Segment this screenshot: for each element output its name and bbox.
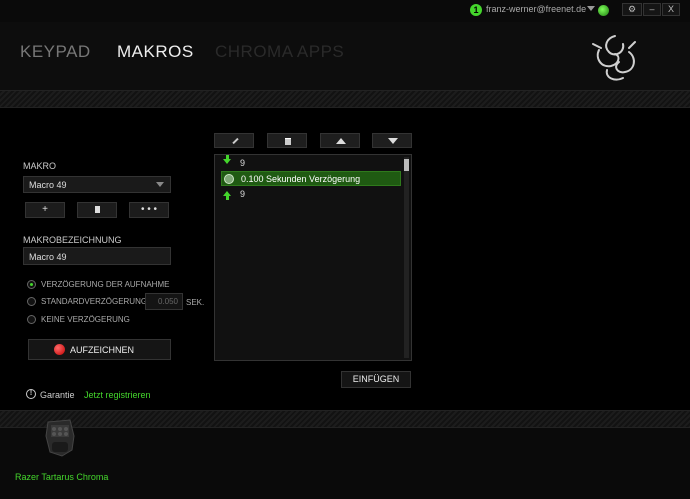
key-down-icon — [223, 155, 231, 164]
account-dropdown-icon[interactable] — [587, 6, 595, 11]
tab-makros[interactable]: MAKROS — [117, 42, 194, 62]
list-item[interactable]: 0.100 Sekunden Verzögerung — [221, 171, 401, 186]
account-email[interactable]: franz-werner@freenet.de — [486, 4, 586, 14]
macro-select[interactable]: Macro 49 — [23, 176, 171, 193]
move-up-icon — [336, 138, 346, 144]
list-item[interactable]: 9 — [221, 187, 401, 202]
footer-stripe — [0, 410, 690, 428]
makro-label: MAKRO — [23, 161, 57, 171]
scrollbar[interactable] — [404, 157, 409, 358]
razer-logo — [592, 35, 636, 81]
minimize-button[interactable]: – — [643, 3, 661, 16]
delete-step-button[interactable] — [267, 133, 307, 148]
title-bar: 1 franz-werner@freenet.de ⚙ – X — [0, 0, 690, 22]
chevron-down-icon — [156, 182, 164, 187]
settings-button[interactable]: ⚙ — [622, 3, 642, 16]
header: KEYPAD MAKROS CHROMA APPS — [0, 22, 690, 108]
header-stripe — [0, 90, 690, 108]
list-item[interactable]: 9 — [221, 155, 401, 171]
insert-button[interactable]: EINFüGEN — [341, 371, 411, 388]
macro-name-input[interactable]: Macro 49 — [23, 247, 171, 265]
record-label: AUFZEICHNEN — [70, 345, 135, 355]
default-delay-input[interactable]: 0.050 — [145, 293, 183, 310]
move-up-button[interactable] — [320, 133, 360, 148]
edit-step-button[interactable] — [214, 133, 254, 148]
move-down-icon — [388, 138, 398, 144]
record-icon — [54, 344, 65, 355]
add-macro-button[interactable]: + — [25, 202, 65, 218]
macro-name-label: MAKROBEZEICHNUNG — [23, 235, 122, 245]
delay-unit-label: SEK. — [186, 298, 205, 307]
register-link[interactable]: Jetzt registrieren — [84, 390, 151, 400]
more-options-button[interactable]: • • • — [129, 202, 169, 218]
device-image[interactable] — [42, 416, 78, 460]
move-down-button[interactable] — [372, 133, 412, 148]
trash-icon — [94, 206, 100, 213]
step-text: 0.100 Sekunden Verzögerung — [241, 174, 361, 184]
trash-icon — [285, 138, 291, 145]
radio-button[interactable] — [27, 315, 36, 324]
warranty-label: Garantie — [40, 390, 75, 400]
footer: Razer Tartarus Chroma — [0, 419, 690, 499]
step-text: 9 — [240, 158, 246, 168]
scrollbar-thumb[interactable] — [404, 159, 409, 171]
record-button[interactable]: AUFZEICHNEN — [28, 339, 171, 360]
radio-button[interactable] — [27, 297, 36, 306]
sync-status-icon[interactable] — [598, 5, 609, 16]
clock-icon — [224, 174, 234, 184]
device-name[interactable]: Razer Tartarus Chroma — [15, 472, 108, 482]
macro-select-value: Macro 49 — [29, 180, 67, 190]
step-text: 9 — [240, 189, 246, 199]
key-up-icon — [223, 191, 231, 200]
edit-icon — [232, 137, 239, 145]
macro-step-list[interactable]: 9 0.100 Sekunden Verzögerung 9 — [214, 154, 412, 361]
radio-label: VERZöGERUNG DER AUFNAHME — [41, 280, 170, 289]
delete-macro-button[interactable] — [77, 202, 117, 218]
notification-badge[interactable]: 1 — [470, 4, 482, 16]
info-icon: ! — [26, 389, 36, 399]
close-button[interactable]: X — [662, 3, 680, 16]
tab-chroma-apps[interactable]: CHROMA APPS — [215, 42, 344, 62]
radio-button[interactable] — [27, 280, 36, 289]
tab-keypad[interactable]: KEYPAD — [20, 42, 91, 62]
radio-label: KEINE VERZöGERUNG — [41, 315, 130, 324]
radio-label: STANDARDVERZöGERUNG — [41, 297, 148, 306]
